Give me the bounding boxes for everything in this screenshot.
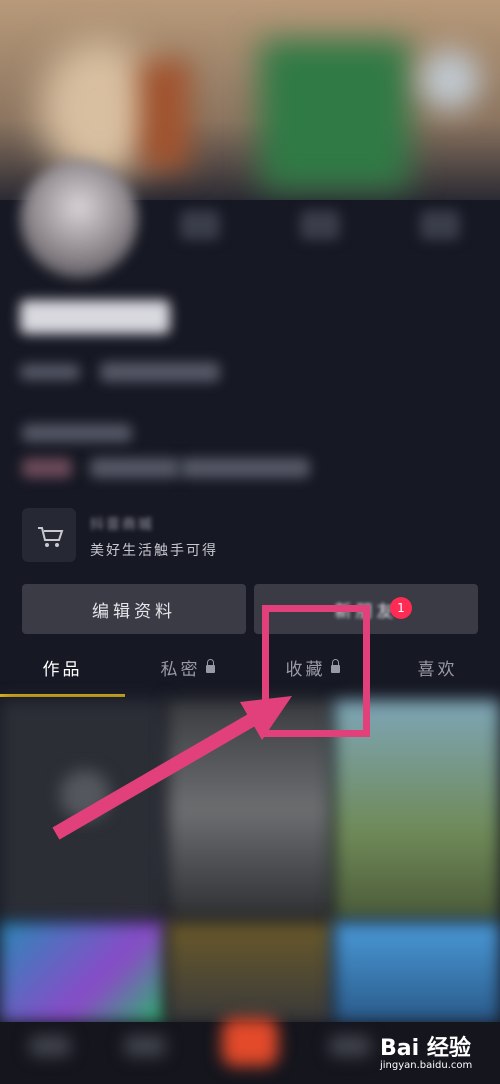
bio — [22, 424, 132, 442]
stat-followers[interactable] — [300, 210, 340, 240]
cart-icon — [38, 527, 64, 547]
active-tab-indicator — [0, 694, 125, 697]
age-tag — [90, 458, 180, 478]
stat-likes[interactable] — [420, 210, 460, 240]
tab-private-label: 私密 — [160, 660, 201, 680]
draft-icon — [60, 770, 110, 820]
edit-profile-button[interactable]: 编辑资料 — [22, 584, 246, 634]
tab-private[interactable]: 私密 — [125, 652, 250, 692]
video-thumb[interactable] — [0, 922, 165, 1022]
gender-tag — [22, 458, 72, 478]
shop-title: 抖音商城 — [90, 517, 154, 533]
shop-desc: 美好生活触手可得 — [90, 543, 218, 559]
avatar[interactable] — [20, 160, 138, 278]
nav-home[interactable] — [30, 1036, 70, 1056]
lock-icon — [205, 659, 215, 673]
tab-likes[interactable]: 喜欢 — [375, 652, 500, 692]
video-thumb[interactable] — [334, 922, 500, 1022]
annotation-box — [262, 605, 370, 737]
location-tag — [180, 458, 310, 478]
nav-friends[interactable] — [125, 1036, 165, 1056]
username — [20, 300, 170, 334]
shop-entry[interactable] — [22, 508, 76, 562]
user-id — [100, 362, 220, 382]
stat-following[interactable] — [180, 210, 220, 240]
user-id-label — [20, 364, 80, 380]
nav-messages[interactable] — [330, 1036, 370, 1056]
tab-works-label: 作品 — [42, 660, 83, 680]
video-thumb[interactable] — [167, 922, 332, 1022]
baidu-watermark: Bai 经验 jingyan.baidu.com — [380, 1030, 472, 1071]
watermark-brand: Bai 经验 — [380, 1036, 471, 1061]
tab-likes-label: 喜欢 — [417, 660, 458, 680]
tab-works[interactable]: 作品 — [0, 652, 125, 692]
watermark-url: jingyan.baidu.com — [380, 1060, 473, 1071]
create-button[interactable] — [222, 1018, 278, 1066]
notification-badge: 1 — [390, 597, 412, 619]
